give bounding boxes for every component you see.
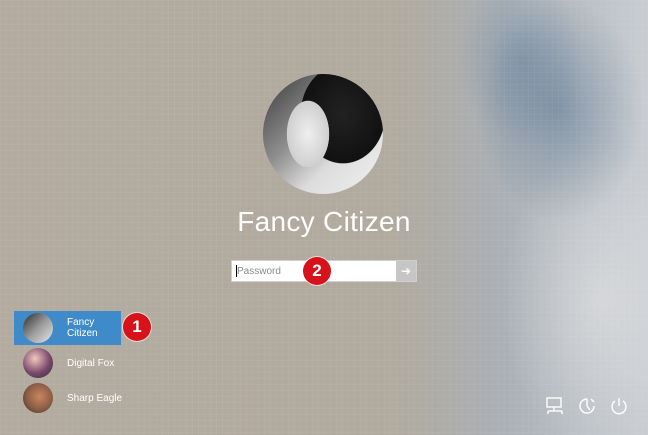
submit-arrow-button[interactable]: ➔ bbox=[396, 261, 416, 281]
arrow-right-icon: ➔ bbox=[400, 264, 412, 278]
current-user-name: Fancy Citizen bbox=[237, 206, 411, 237]
power-icon[interactable] bbox=[608, 395, 630, 417]
ease-of-access-icon[interactable] bbox=[576, 395, 598, 417]
user-item-label: Fancy Citizen bbox=[67, 317, 98, 339]
user-item-fancy-citizen[interactable]: Fancy Citizen bbox=[14, 311, 121, 345]
user-item-label: Digital Fox bbox=[67, 357, 115, 369]
annotation-badge-1: 1 bbox=[123, 313, 151, 341]
network-icon[interactable] bbox=[544, 395, 566, 417]
user-item-sharp-eagle[interactable]: Sharp Eagle bbox=[14, 381, 134, 415]
user-avatar-large bbox=[263, 74, 383, 194]
user-switch-list: Fancy Citizen Digital Fox Sharp Eagle bbox=[14, 311, 134, 416]
avatar bbox=[23, 383, 53, 413]
annotation-badge-2: 2 bbox=[303, 257, 331, 285]
system-icons bbox=[544, 395, 630, 417]
avatar bbox=[23, 348, 53, 378]
avatar bbox=[23, 313, 53, 343]
user-item-label: Sharp Eagle bbox=[67, 392, 123, 404]
text-caret bbox=[236, 265, 237, 277]
user-item-digital-fox[interactable]: Digital Fox bbox=[14, 346, 134, 380]
